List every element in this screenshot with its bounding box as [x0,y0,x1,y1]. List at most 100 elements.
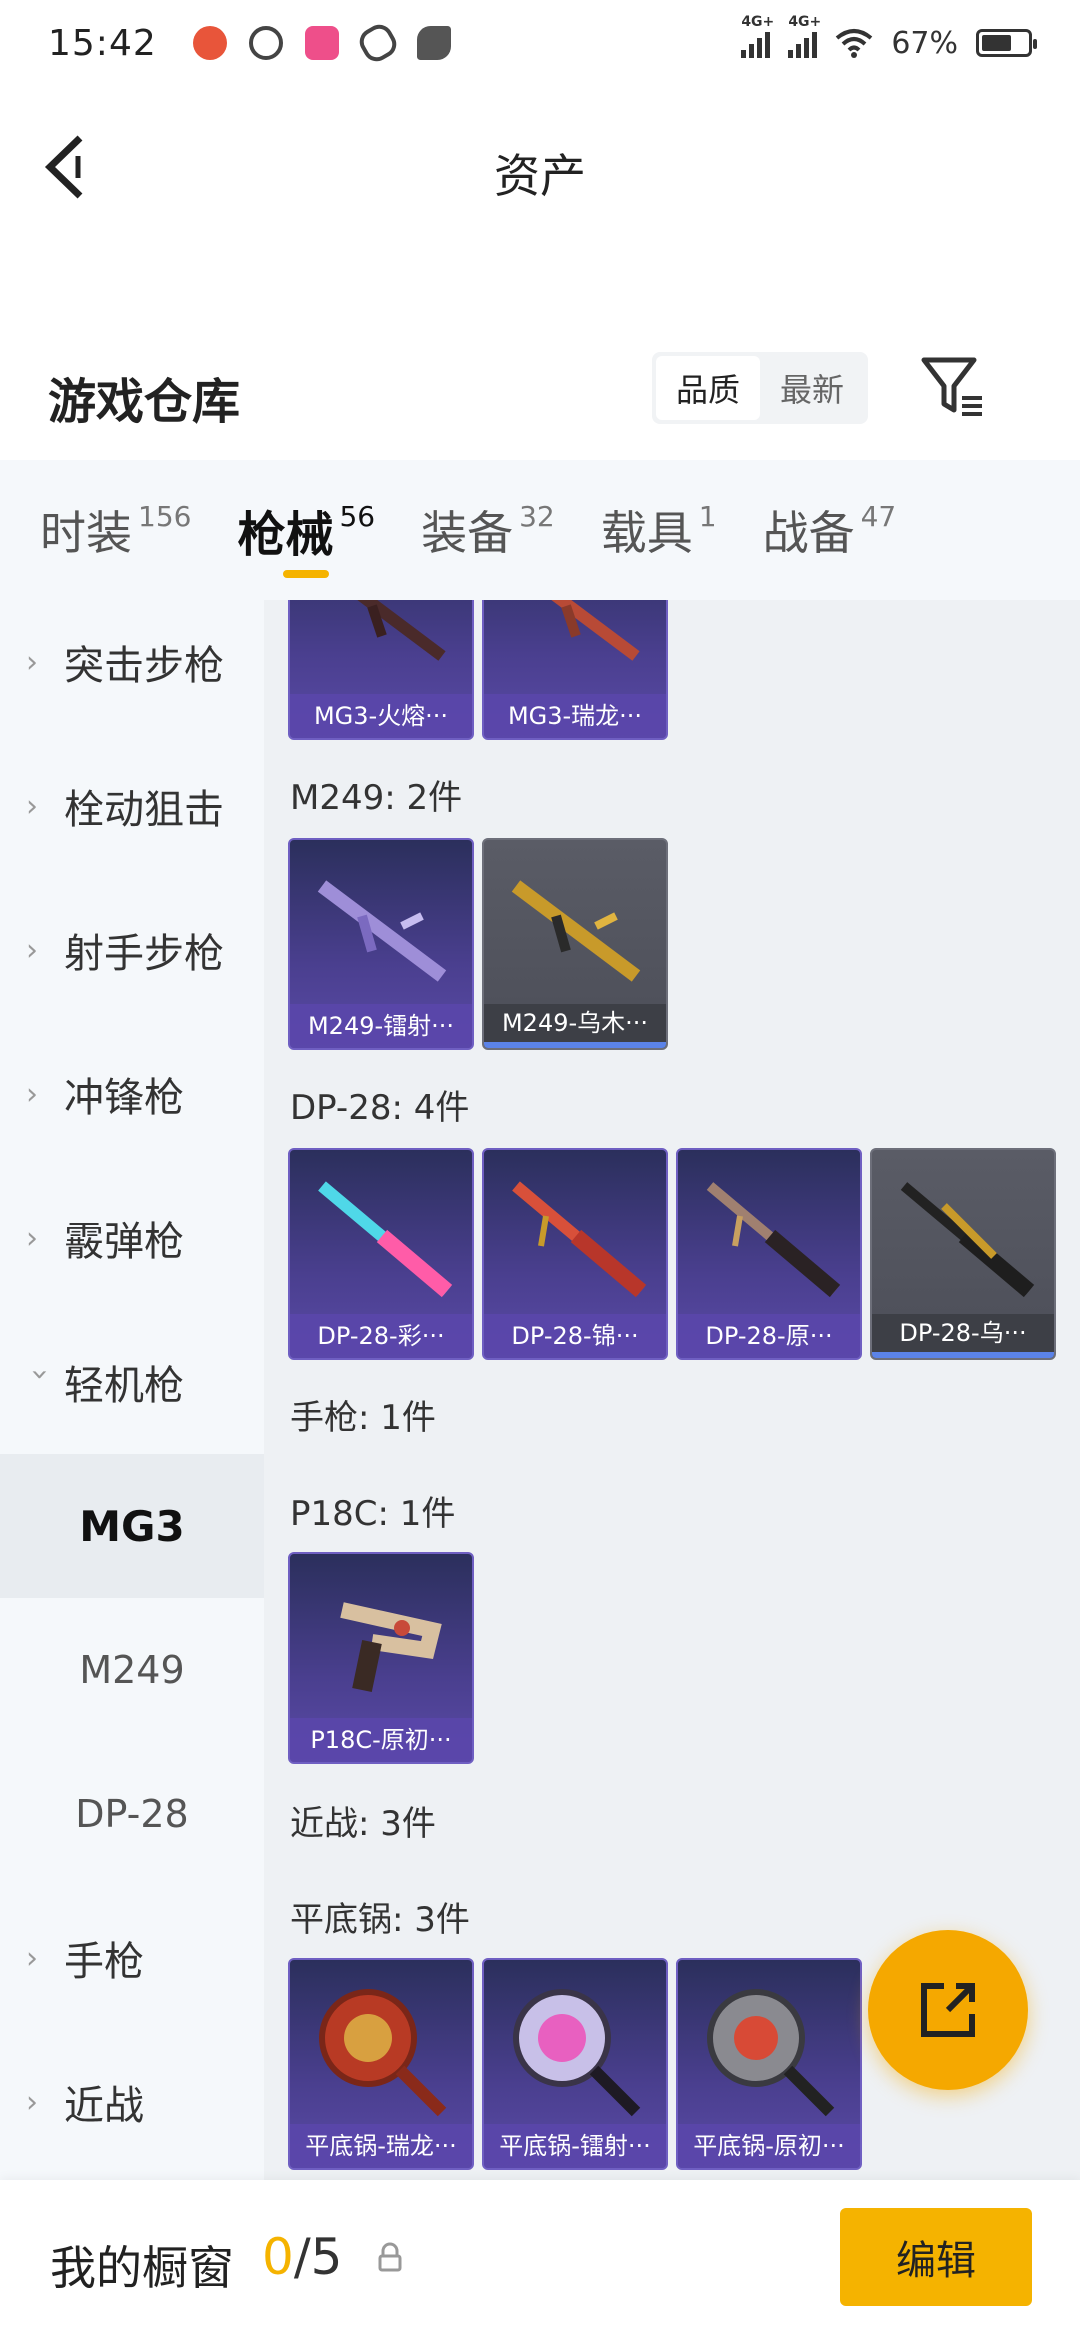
sidebar-item-label: 栓动狙击 [64,787,224,833]
sidebar-item-label: 手枪 [64,1939,144,1985]
item-card[interactable]: M249-镭射··· [288,838,474,1050]
item-card[interactable]: DP-28-原··· [676,1148,862,1360]
sidebar-item-marksman-rifle[interactable]: › 射手步枪 [0,878,264,1022]
item-card[interactable]: MG3-瑞龙··· [482,600,668,740]
chevron-right-icon: › [26,2084,38,2120]
section-label: M249: 2件 [290,778,463,818]
item-card[interactable]: 平底锅-瑞龙··· [288,1958,474,2170]
chevron-right-icon: › [26,1940,38,1976]
item-card-label: M249-镭射··· [290,1004,472,1048]
network-type: 4G+ [788,14,822,30]
chevron-right-icon: › [26,1220,38,1256]
sidebar-item-shotgun[interactable]: › 霰弹枪 [0,1166,264,1310]
category-tabs: 时装 156 枪械 56 装备 32 载具 1 战备 47 [0,460,1080,600]
item-card[interactable]: 平底锅-镭射··· [482,1958,668,2170]
lmg-art-icon [900,1182,1035,1298]
tab-count: 56 [339,499,376,533]
sidebar-item-pistol[interactable]: › 手枪 [0,1886,264,2030]
status-time: 15:42 [48,22,157,64]
lmg-art-icon [551,600,640,661]
battery-percent: 67% [891,25,958,61]
tab-count: 1 [698,499,717,533]
sidebar-item-smg[interactable]: › 冲锋枪 [0,1022,264,1166]
item-card-label: DP-28-彩··· [290,1314,472,1358]
filter-icon[interactable] [920,354,986,420]
tab-equipment[interactable]: 装备 32 [421,460,555,600]
section-label: 近战: 3件 [290,1804,436,1844]
lmg-art-icon [317,880,447,982]
sidebar-item-bolt-sniper[interactable]: › 栓动狙击 [0,734,264,878]
title-bar: 资产 [0,86,1080,246]
edit-button[interactable]: 编辑 [840,2208,1032,2306]
tab-weapons[interactable]: 枪械 56 [237,460,375,600]
chevron-right-icon: › [26,932,38,968]
lmg-art-icon [512,1181,647,1298]
item-card-label: DP-28-原··· [678,1314,860,1358]
app-root: 15:42 4G+ 4G+ 67% 资产 游戏仓库 品质 最新 时装 156 枪… [0,0,1080,2340]
tab-supplies[interactable]: 战备 47 [763,460,897,600]
item-card[interactable]: MG3-火熔··· [288,600,474,740]
item-card[interactable]: DP-28-乌··· [870,1148,1056,1360]
frying-pan-art-icon [319,1989,447,2117]
category-sidebar: › 突击步枪 › 栓动狙击 › 射手步枪 › 冲锋枪 › 霰弹枪 › 轻机枪 M… [0,600,264,2180]
section-label: DP-28: 4件 [290,1088,470,1128]
sidebar-item-lmg[interactable]: › 轻机枪 [0,1310,264,1454]
share-button[interactable] [868,1930,1028,2090]
sidebar-item-assault-rifle[interactable]: › 突击步枪 [0,600,264,734]
item-card[interactable]: P18C-原初··· [288,1552,474,1764]
frying-pan-art-icon [513,1989,641,2117]
app-notification-icon [248,26,283,60]
showcase-count: 0/5 [262,2228,342,2286]
cell-signal-icon: 4G+ [788,14,821,58]
sidebar-item-label: 轻机枪 [64,1363,184,1409]
lmg-art-icon [318,1181,453,1298]
app-notification-icon [354,19,401,67]
lmg-art-icon [706,1182,841,1298]
item-card[interactable]: M249-乌木··· [482,838,668,1050]
item-card[interactable]: DP-28-彩··· [288,1148,474,1360]
item-card[interactable]: 平底锅-原初··· [676,1958,862,2170]
active-tab-indicator [283,570,330,578]
item-card-label: DP-28-乌··· [872,1314,1054,1358]
frying-pan-art-icon [707,1989,835,2117]
chevron-right-icon: › [26,1076,38,1112]
chevron-down-icon: › [22,1368,58,1380]
tab-count: 47 [860,499,897,533]
chevron-right-icon: › [26,788,38,824]
page-title: 资产 [494,149,586,203]
battery-icon [976,29,1037,57]
sidebar-item-melee[interactable]: › 近战 [0,2030,264,2174]
sidebar-subitem-mg3[interactable]: MG3 [0,1454,264,1598]
tab-label: 时装 [40,506,132,560]
item-card-label: P18C-原初··· [290,1718,472,1762]
sidebar-item-label: 冲锋枪 [64,1075,184,1121]
tab-vehicles[interactable]: 载具 1 [601,460,717,600]
sort-toggle: 品质 最新 [652,352,868,424]
tab-fashion[interactable]: 时装 156 [40,460,191,600]
pistol-art-icon [340,1602,442,1693]
warehouse-title: 游戏仓库 [48,374,241,430]
tab-label: 枪械 [237,507,334,563]
section-label: 平底锅: 3件 [290,1900,470,1940]
lmg-art-icon [511,880,641,982]
notification-icons [192,19,451,67]
app-notification-icon [416,26,451,60]
item-card[interactable]: DP-28-锦··· [482,1148,668,1360]
status-bar: 15:42 4G+ 4G+ 67% [0,0,1080,86]
share-external-icon [921,1983,975,2037]
tab-label: 战备 [762,506,855,560]
sort-option-newest[interactable]: 最新 [760,356,864,420]
sidebar-subitem-dp28[interactable]: DP-28 [0,1742,264,1886]
sidebar-subitem-m249[interactable]: M249 [0,1598,264,1742]
app-notification-icon [192,26,227,60]
system-indicators: 4G+ 4G+ 67% [741,14,1037,61]
sidebar-item-label: 霰弹枪 [64,1219,184,1265]
sort-option-quality[interactable]: 品质 [656,356,760,420]
lmg-art-icon [357,600,446,661]
item-card-label: 平底锅-原初··· [678,2124,860,2168]
lock-icon [378,2242,402,2272]
sidebar-item-label: 近战 [64,2083,144,2129]
cell-signal-icon: 4G+ [741,14,774,58]
item-card-label: M249-乌木··· [484,1004,666,1048]
tab-label: 载具 [600,506,693,560]
